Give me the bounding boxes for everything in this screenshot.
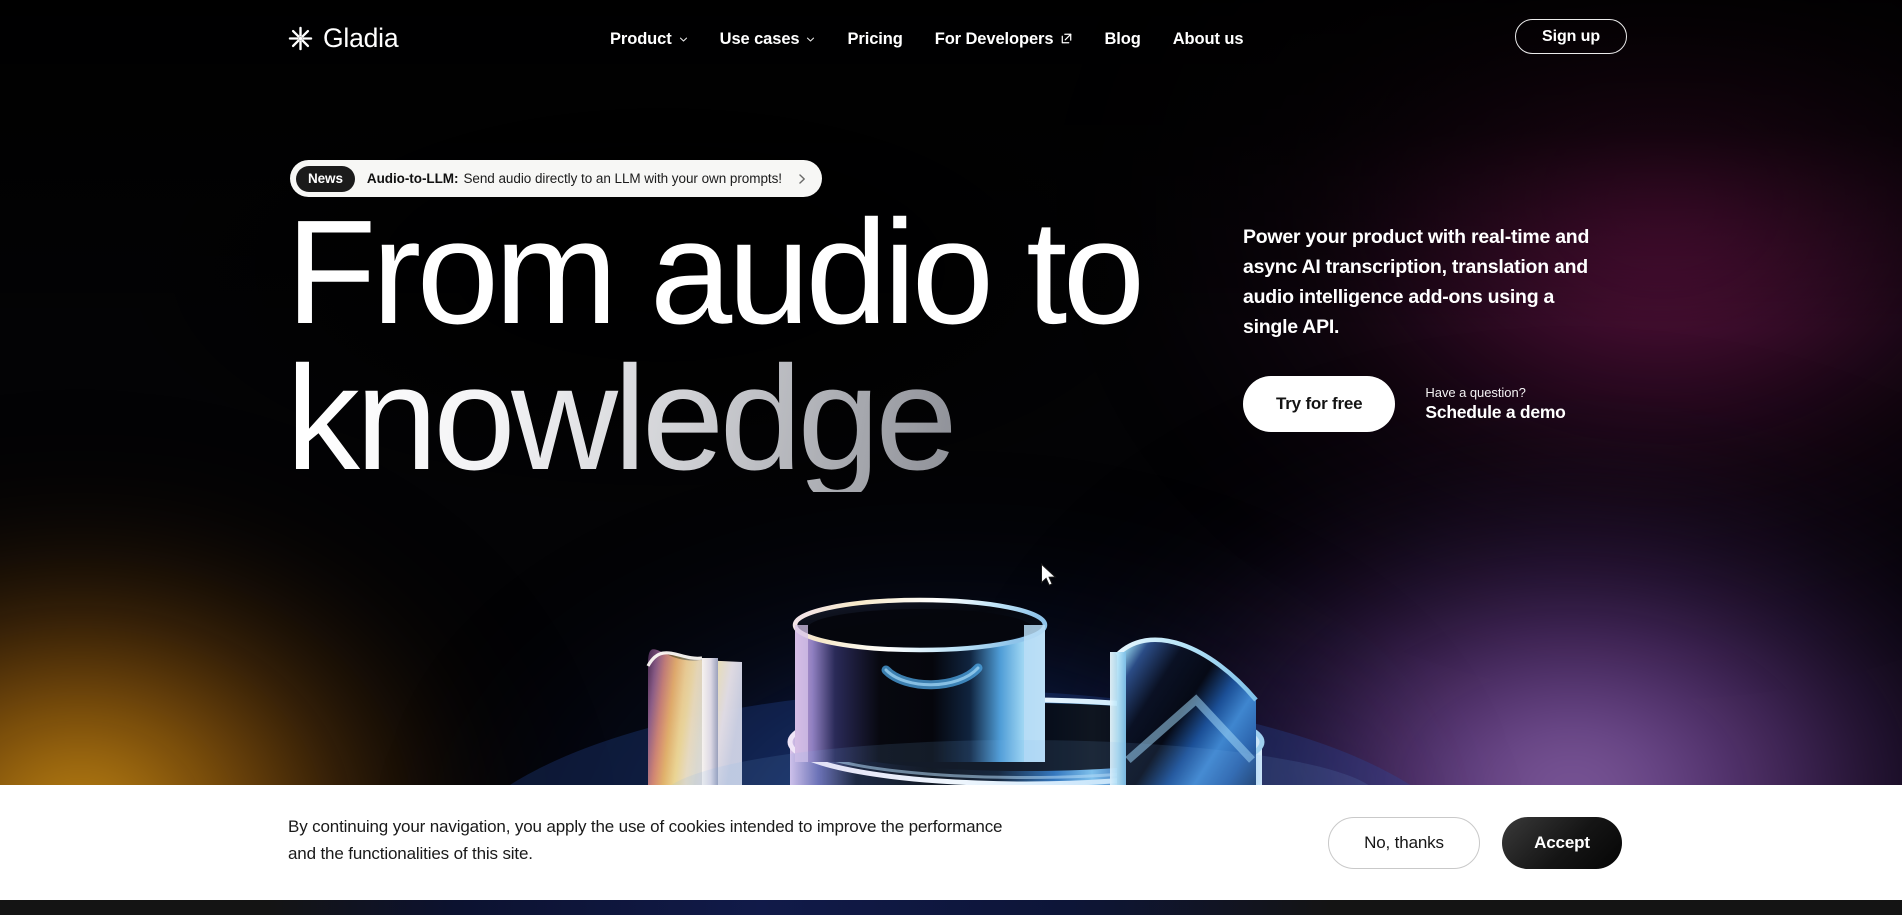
- page-root: Gladia Product Use cases Pricing For Dev…: [0, 0, 1902, 915]
- cookie-consent-banner: By continuing your navigation, you apply…: [0, 785, 1902, 900]
- try-for-free-label: Try for free: [1276, 394, 1363, 413]
- nav-item-use-cases[interactable]: Use cases: [704, 26, 832, 53]
- cookie-accept-label: Accept: [1534, 833, 1590, 852]
- brand-name: Gladia: [323, 23, 399, 53]
- hero-side-panel: Power your product with real-time and as…: [1243, 222, 1608, 432]
- nav-item-label: Product: [610, 30, 672, 48]
- nav-item-label: For Developers: [934, 30, 1054, 48]
- cookie-actions: No, thanks Accept: [1328, 817, 1622, 869]
- news-badge: News: [296, 165, 355, 192]
- schedule-demo-link[interactable]: Schedule a demo: [1425, 402, 1565, 423]
- starburst-icon: [288, 26, 313, 51]
- nav-item-blog[interactable]: Blog: [1088, 26, 1156, 53]
- sign-up-label: Sign up: [1542, 27, 1600, 45]
- headline-line-1: From audio to: [286, 190, 1145, 355]
- schedule-demo-block: Have a question? Schedule a demo: [1425, 385, 1565, 423]
- nav-item-label: Use cases: [719, 30, 800, 48]
- try-for-free-button[interactable]: Try for free: [1243, 376, 1396, 432]
- nav-item-label: Pricing: [847, 30, 903, 48]
- news-title: Audio-to-LLM:: [366, 171, 459, 186]
- cookie-decline-label: No, thanks: [1364, 833, 1444, 852]
- cookie-accept-button[interactable]: Accept: [1502, 817, 1622, 869]
- cookie-message: By continuing your navigation, you apply…: [288, 817, 1003, 863]
- main-navigation: Product Use cases Pricing For Developers: [610, 26, 1259, 53]
- chevron-right-icon: [799, 173, 805, 184]
- headline-line-2: knowledge: [286, 345, 1206, 493]
- chevron-down-icon: [679, 37, 687, 42]
- nav-item-pricing[interactable]: Pricing: [831, 26, 918, 53]
- bottom-edge-bar: [0, 900, 1902, 915]
- hero-cta-row: Try for free Have a question? Schedule a…: [1243, 376, 1608, 432]
- sign-up-button[interactable]: Sign up: [1515, 19, 1627, 54]
- page-title: From audio to knowledge: [286, 199, 1206, 493]
- brand-logo[interactable]: Gladia: [287, 23, 399, 54]
- external-link-icon: [1062, 33, 1072, 44]
- nav-item-product[interactable]: Product: [610, 26, 704, 53]
- nav-item-label: Blog: [1104, 30, 1141, 48]
- have-a-question-label: Have a question?: [1425, 385, 1526, 400]
- hero-description: Power your product with real-time and as…: [1243, 226, 1590, 338]
- cookie-decline-button[interactable]: No, thanks: [1328, 817, 1480, 869]
- nav-item-about-us[interactable]: About us: [1157, 26, 1260, 53]
- nav-item-label: About us: [1172, 30, 1244, 48]
- news-text: Send audio directly to an LLM with your …: [463, 171, 783, 186]
- nav-item-for-developers[interactable]: For Developers: [919, 26, 1089, 53]
- site-header: Gladia Product Use cases Pricing For Dev…: [0, 0, 1902, 82]
- chevron-down-icon: [807, 37, 815, 42]
